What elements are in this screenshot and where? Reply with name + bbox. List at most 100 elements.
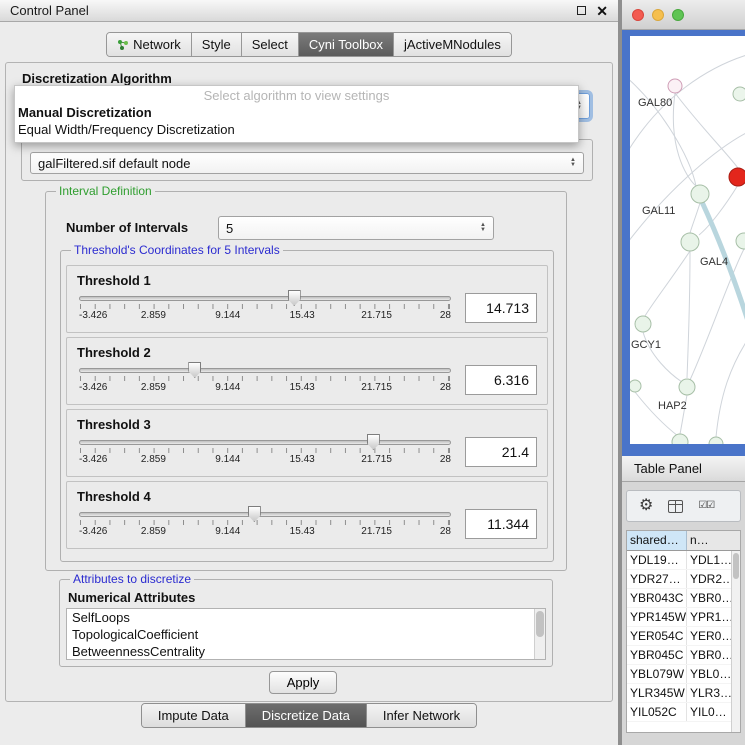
minimize-traffic-light-icon[interactable] [652, 9, 664, 21]
control-panel-titlebar[interactable]: Control Panel ✕ [0, 0, 618, 22]
table-row[interactable]: YBL079WYBL0… [627, 665, 740, 684]
table-row[interactable]: YER054CYER0… [627, 627, 740, 646]
combo-stepper-icon[interactable]: ▲ ▼ [570, 158, 576, 168]
network-window-titlebar[interactable] [622, 0, 745, 30]
network-node[interactable] [672, 434, 688, 444]
network-node[interactable] [635, 316, 651, 332]
threshold-value-field[interactable]: 14.713 [465, 293, 537, 323]
threshold-label: Threshold 1 [77, 273, 547, 288]
table-row[interactable]: YLR345WYLR3… [627, 684, 740, 703]
tab-impute-data[interactable]: Impute Data [142, 704, 246, 727]
cell-shared-name[interactable]: YLR345W [627, 684, 687, 702]
cell-shared-name[interactable]: YIL052C [627, 703, 687, 721]
tab-style[interactable]: Style [192, 33, 242, 56]
cell-shared-name[interactable]: YBR043C [627, 589, 687, 607]
algorithm-option-hint[interactable]: Select algorithm to view settings [15, 87, 578, 104]
column-header-name[interactable]: n… [687, 531, 740, 550]
slider-track[interactable] [79, 512, 451, 517]
columns-icon[interactable] [668, 500, 683, 513]
slider-track[interactable] [79, 296, 451, 301]
tick-label: 15.43 [290, 454, 315, 465]
table-data-group: Table Data galFiltered.sif default node … [21, 139, 593, 181]
slider-tick-labels: -3.4262.8599.14415.4321.71528 [79, 382, 451, 394]
table-panel-titlebar[interactable]: Table Panel [622, 456, 745, 482]
tab-infer-network[interactable]: Infer Network [367, 704, 476, 727]
cell-shared-name[interactable]: YDL19… [627, 551, 687, 569]
network-edge[interactable] [635, 392, 678, 436]
network-node[interactable] [736, 233, 745, 249]
zoom-traffic-light-icon[interactable] [672, 9, 684, 21]
attribute-list-item[interactable]: BetweennessCentrality [67, 643, 545, 660]
network-node[interactable] [691, 185, 709, 203]
network-node[interactable] [709, 437, 723, 444]
network-edge[interactable] [630, 131, 745, 246]
network-node-label: GAL4 [700, 256, 728, 268]
tick-label: 2.859 [141, 454, 166, 465]
tab-cyni-toolbox[interactable]: Cyni Toolbox [299, 33, 394, 56]
tick-label: -3.426 [79, 310, 107, 321]
table-row[interactable]: YBR045CYBR0… [627, 646, 740, 665]
interval-definition-group-label: Interval Definition [56, 184, 155, 198]
threshold-slider[interactable]: -3.4262.8599.14415.4321.71528 [79, 505, 451, 543]
cell-shared-name[interactable]: YER054C [627, 627, 687, 645]
table-row[interactable]: YIL052CYIL0… [627, 703, 740, 722]
network-edge[interactable] [630, 76, 696, 186]
network-edge[interactable] [687, 251, 690, 378]
apply-button[interactable]: Apply [269, 671, 337, 694]
cell-shared-name[interactable]: YBR045C [627, 646, 687, 664]
network-edge[interactable] [716, 336, 745, 437]
algorithm-option-manual-discretization[interactable]: Manual Discretization [15, 104, 578, 121]
table-row[interactable]: YPR145WYPR1… [627, 608, 740, 627]
tab-select[interactable]: Select [242, 33, 299, 56]
network-node[interactable] [668, 79, 682, 93]
interval-definition-group: Interval Definition Number of Intervals … [45, 191, 567, 571]
table-row[interactable]: YDL19…YDL1… [627, 551, 740, 570]
table-data-combobox[interactable]: galFiltered.sif default node ▲ ▼ [30, 152, 584, 174]
network-edge[interactable] [645, 251, 690, 316]
scrollbar-thumb[interactable] [536, 611, 544, 637]
network-node[interactable] [679, 379, 695, 395]
slider-track[interactable] [79, 368, 451, 373]
attribute-list-item[interactable]: TopologicalCoefficient [67, 626, 545, 643]
tab-network[interactable]: Network [107, 33, 192, 56]
select-columns-icon[interactable]: ☑☑ [698, 501, 714, 511]
scrollbar-thumb[interactable] [733, 553, 739, 579]
column-header-shared-name[interactable]: shared… [627, 531, 687, 550]
network-edge[interactable] [675, 93, 738, 168]
network-node[interactable] [630, 380, 641, 392]
network-node[interactable] [681, 233, 699, 251]
network-edge[interactable] [690, 203, 700, 233]
tab-jactivemnodules[interactable]: jActiveMNodules [394, 33, 511, 56]
cell-shared-name[interactable]: YDR27… [627, 570, 687, 588]
threshold-value-field[interactable]: 11.344 [465, 509, 537, 539]
network-node[interactable] [729, 168, 745, 186]
threshold-slider[interactable]: -3.4262.8599.14415.4321.71528 [79, 361, 451, 399]
float-window-icon[interactable] [577, 6, 586, 15]
tick-label: -3.426 [79, 526, 107, 537]
threshold-value-field[interactable]: 6.316 [465, 365, 537, 395]
tab-discretize-data[interactable]: Discretize Data [246, 704, 367, 727]
table-scrollbar[interactable] [731, 551, 740, 732]
slider-track[interactable] [79, 440, 451, 445]
threshold-value-field[interactable]: 21.4 [465, 437, 537, 467]
cell-shared-name[interactable]: YPR145W [627, 608, 687, 626]
tick-label: 15.43 [290, 310, 315, 321]
numerical-attributes-list[interactable]: SelfLoopsTopologicalCoefficientBetweenne… [66, 608, 546, 660]
tick-label: -3.426 [79, 382, 107, 393]
slider-ticks [80, 448, 450, 453]
network-node[interactable] [733, 87, 745, 101]
attributes-scrollbar[interactable] [534, 609, 545, 659]
threshold-slider[interactable]: -3.4262.8599.14415.4321.71528 [79, 289, 451, 327]
network-canvas[interactable]: GAL80GAL11GAL4GCY1HAP2 [630, 36, 745, 444]
close-traffic-light-icon[interactable] [632, 9, 644, 21]
close-window-icon[interactable]: ✕ [596, 4, 608, 18]
table-row[interactable]: YBR043CYBR0… [627, 589, 740, 608]
algorithm-option-equal-width-frequency[interactable]: Equal Width/Frequency Discretization [15, 121, 578, 138]
number-of-intervals-combobox[interactable]: 5 ▲ ▼ [218, 216, 494, 240]
threshold-slider[interactable]: -3.4262.8599.14415.4321.71528 [79, 433, 451, 471]
table-row[interactable]: YDR27…YDR2… [627, 570, 740, 589]
attribute-list-item[interactable]: SelfLoops [67, 609, 545, 626]
gear-icon[interactable]: ⚙ [639, 498, 653, 514]
cell-shared-name[interactable]: YBL079W [627, 665, 687, 683]
combo-stepper-icon[interactable]: ▲ ▼ [480, 223, 486, 233]
